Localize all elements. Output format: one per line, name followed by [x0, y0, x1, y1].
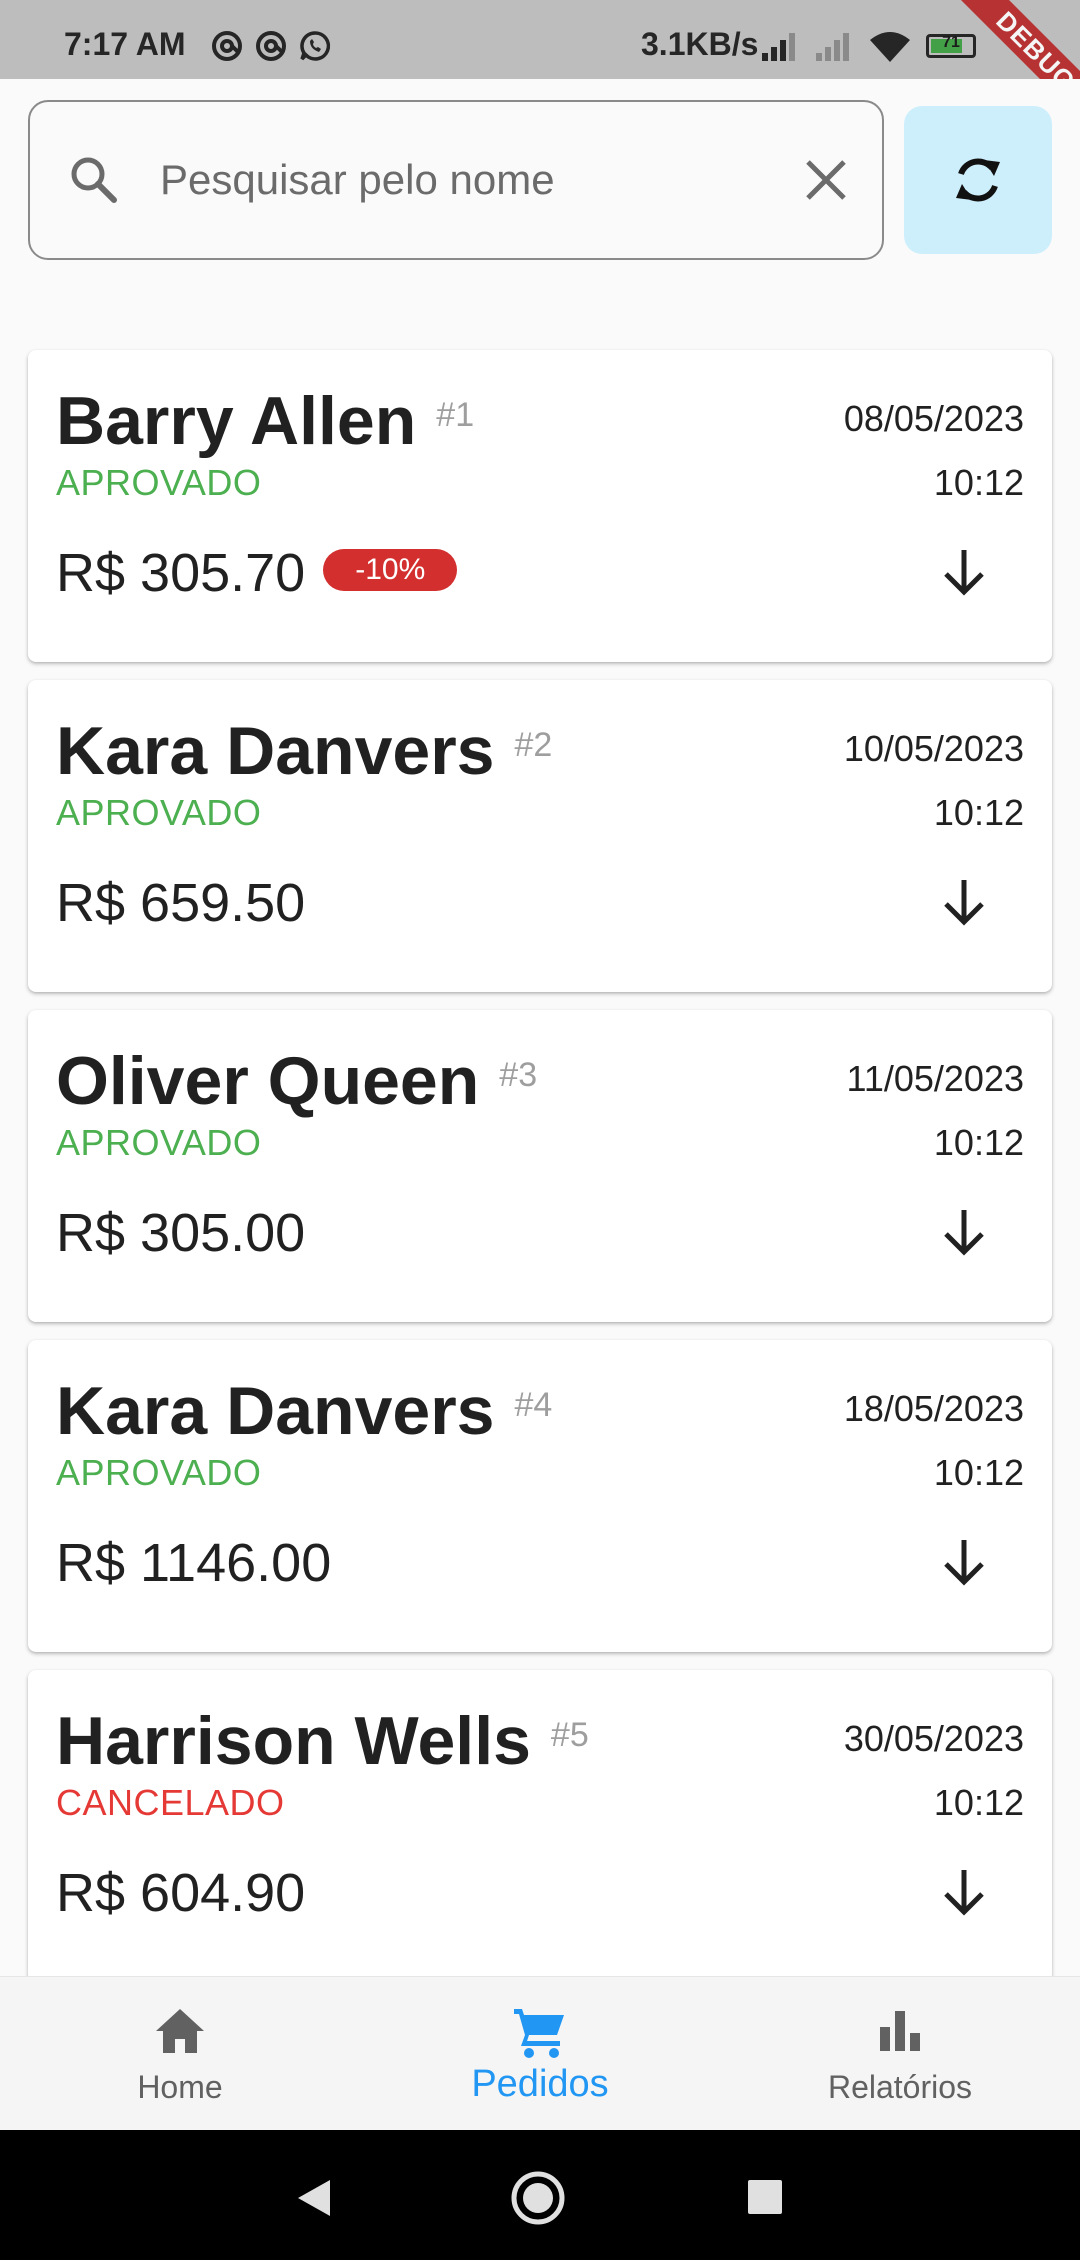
order-card[interactable]: Kara Danvers #4 APROVADO 18/05/2023 10:12… — [28, 1340, 1052, 1652]
bottom-navigation: Home Pedidos Relatórios — [0, 1976, 1080, 2130]
arrow-down-icon[interactable] — [932, 1200, 996, 1264]
customer-name: Kara Danvers — [56, 713, 495, 789]
order-status: APROVADO — [56, 792, 262, 833]
arrow-down-icon[interactable] — [932, 540, 996, 604]
back-icon[interactable] — [296, 2178, 332, 2218]
orders-list[interactable]: Barry Allen #1 APROVADO 08/05/2023 10:12 … — [0, 0, 1080, 1976]
arrow-down-icon[interactable] — [932, 1530, 996, 1594]
order-id: #5 — [550, 1716, 589, 1754]
nav-item-home[interactable]: Home — [0, 1977, 360, 2131]
nav-label-home: Home — [137, 2069, 223, 2105]
order-id: #3 — [499, 1056, 538, 1094]
order-id: #2 — [514, 726, 553, 764]
order-status: APROVADO — [56, 462, 262, 503]
order-id: #1 — [436, 396, 475, 434]
nav-label-pedidos: Pedidos — [471, 2063, 609, 2105]
order-status: CANCELADO — [56, 1782, 285, 1823]
order-status: APROVADO — [56, 1122, 262, 1163]
nav-item-pedidos[interactable]: Pedidos — [360, 1977, 720, 2131]
recents-icon[interactable] — [748, 2180, 782, 2214]
order-total-row: R$ 305.70 -10% — [56, 542, 458, 604]
order-date: 30/05/2023 — [843, 1718, 1024, 1759]
order-time: 10:12 — [933, 1452, 1024, 1493]
order-time: 10:12 — [933, 1782, 1024, 1823]
order-total: R$ 305.70 — [56, 543, 306, 603]
nav-label-relatorios: Relatórios — [827, 2069, 973, 2105]
order-total: R$ 1146.00 — [56, 1533, 332, 1593]
customer-name: Oliver Queen — [56, 1043, 480, 1119]
order-time: 10:12 — [933, 462, 1024, 503]
refresh-icon — [956, 158, 1000, 202]
order-card[interactable]: Barry Allen #1 APROVADO 08/05/2023 10:12 … — [28, 350, 1052, 662]
customer-name: Kara Danvers — [56, 1373, 495, 1449]
order-customer-name: Barry Allen #1 — [56, 382, 474, 460]
refresh-button[interactable] — [904, 106, 1052, 254]
order-date: 18/05/2023 — [843, 1388, 1024, 1429]
order-card[interactable]: Oliver Queen #3 APROVADO 11/05/2023 10:12… — [28, 1010, 1052, 1322]
order-customer-name: Kara Danvers #2 — [56, 712, 552, 790]
order-total: R$ 305.00 — [56, 1203, 306, 1263]
arrow-down-icon[interactable] — [932, 870, 996, 934]
customer-name: Harrison Wells — [56, 1703, 531, 1779]
search-box[interactable] — [28, 100, 884, 260]
order-total: R$ 604.90 — [56, 1863, 306, 1923]
order-customer-name: Harrison Wells #5 — [56, 1702, 589, 1780]
order-time: 10:12 — [933, 1122, 1024, 1163]
arrow-down-icon[interactable] — [932, 1860, 996, 1924]
bar-chart-icon — [880, 2011, 920, 2051]
home-circle-icon[interactable] — [510, 2170, 566, 2226]
cart-icon — [514, 2009, 564, 2058]
system-navigation-bar — [0, 2130, 1080, 2260]
home-icon — [156, 2009, 204, 2053]
order-card[interactable]: Kara Danvers #2 APROVADO 10/05/2023 10:12… — [28, 680, 1052, 992]
search-input[interactable] — [160, 148, 780, 212]
order-card[interactable]: Harrison Wells #5 CANCELADO 30/05/2023 10… — [28, 1670, 1052, 1976]
order-time: 10:12 — [933, 792, 1024, 833]
order-date: 08/05/2023 — [843, 398, 1024, 439]
close-icon[interactable] — [800, 154, 852, 206]
order-status: APROVADO — [56, 1452, 262, 1493]
order-date: 11/05/2023 — [846, 1058, 1024, 1099]
customer-name: Barry Allen — [56, 383, 417, 459]
discount-badge: -10% — [323, 549, 458, 591]
order-customer-name: Kara Danvers #4 — [56, 1372, 552, 1450]
search-icon — [71, 157, 117, 203]
order-date: 10/05/2023 — [843, 728, 1024, 769]
order-customer-name: Oliver Queen #3 — [56, 1042, 537, 1120]
nav-item-relatorios[interactable]: Relatórios — [720, 1977, 1080, 2131]
order-id: #4 — [514, 1386, 553, 1424]
order-total: R$ 659.50 — [56, 873, 306, 933]
